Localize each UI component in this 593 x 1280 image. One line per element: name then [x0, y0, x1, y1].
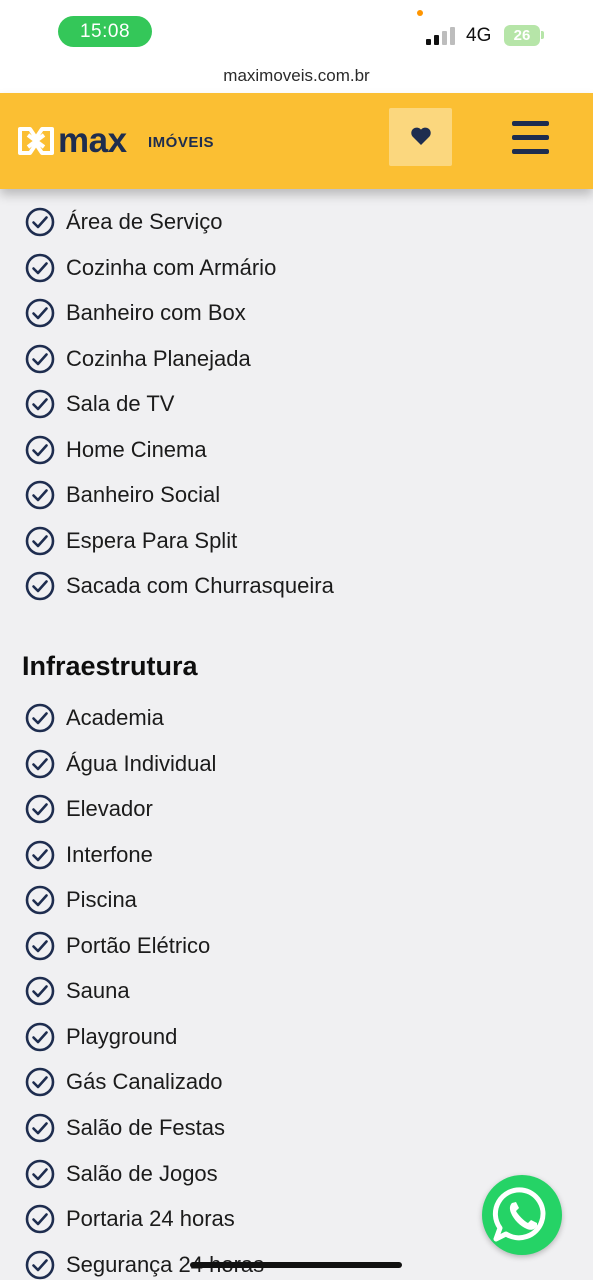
check-circle-icon — [25, 1250, 55, 1280]
infrastructure-label: Salão de Jogos — [66, 1161, 218, 1186]
whatsapp-button[interactable] — [482, 1175, 562, 1255]
check-circle-icon — [25, 931, 55, 961]
check-circle-icon — [25, 571, 55, 601]
site-header: max IMÓVEIS — [0, 93, 593, 189]
check-circle-icon — [25, 1067, 55, 1097]
check-circle-icon — [25, 344, 55, 374]
logo-text-max: max — [58, 121, 127, 160]
url-text[interactable]: maximoveis.com.br — [0, 66, 593, 86]
check-circle-icon — [25, 703, 55, 733]
check-circle-icon — [25, 1022, 55, 1052]
check-circle-icon — [25, 749, 55, 779]
check-circle-icon — [25, 389, 55, 419]
browser-address-bar[interactable]: maximoveis.com.br — [0, 60, 593, 93]
infrastructure-label: Academia — [66, 705, 164, 730]
infrastructure-label: Interfone — [66, 842, 153, 867]
privacy-indicator-dot — [417, 10, 423, 16]
check-circle-icon — [25, 840, 55, 870]
check-circle-icon — [25, 1204, 55, 1234]
favorites-button[interactable] — [389, 108, 452, 166]
check-circle-icon — [25, 1159, 55, 1189]
infrastructure-label: Gás Canalizado — [66, 1069, 223, 1094]
feature-label: Sala de TV — [66, 391, 175, 416]
infrastructure-label: Água Individual — [66, 751, 217, 776]
battery-tip — [541, 31, 544, 39]
check-circle-icon — [25, 298, 55, 328]
menu-button[interactable] — [512, 121, 552, 155]
logo-text-imoveis: IMÓVEIS — [148, 134, 215, 151]
check-circle-icon — [25, 253, 55, 283]
check-circle-icon — [25, 207, 55, 237]
infrastructure-label: Elevador — [66, 796, 153, 821]
infrastructure-label: Portão Elétrico — [66, 933, 211, 958]
check-circle-icon — [25, 976, 55, 1006]
check-circle-icon — [25, 794, 55, 824]
feature-label: Área de Serviço — [66, 209, 223, 234]
infrastructure-label: Playground — [66, 1024, 178, 1049]
hamburger-line — [512, 149, 549, 154]
feature-label: Banheiro com Box — [66, 300, 246, 325]
infrastructure-label: Salão de Festas — [66, 1115, 225, 1140]
home-indicator — [190, 1262, 402, 1268]
logo-mark-icon — [18, 127, 54, 155]
feature-label: Banheiro Social — [66, 482, 221, 507]
feature-label: Home Cinema — [66, 437, 207, 462]
cellular-signal-icon — [426, 27, 458, 45]
feature-label: Cozinha com Armário — [66, 255, 277, 280]
check-circle-icon — [25, 526, 55, 556]
hamburger-menu-icon — [512, 121, 549, 126]
battery-icon: 26 — [504, 25, 540, 46]
feature-label: Cozinha Planejada — [66, 346, 251, 371]
property-details: Área de Serviço Cozinha com Armário Banh… — [0, 189, 593, 1280]
battery-level: 26 — [513, 27, 531, 44]
check-circle-icon — [25, 885, 55, 915]
network-type: 4G — [466, 25, 492, 46]
hamburger-line — [512, 135, 549, 140]
status-time: 15:08 — [58, 16, 152, 47]
status-bar: 15:08 4G 26 — [0, 0, 593, 60]
feature-label: Espera Para Split — [66, 528, 238, 553]
section-title-infraestrutura: Infraestrutura — [22, 651, 198, 681]
whatsapp-icon — [492, 1187, 546, 1242]
check-circle-icon — [25, 1113, 55, 1143]
infrastructure-label: Sauna — [66, 978, 130, 1003]
infrastructure-label: Piscina — [66, 887, 137, 912]
heart-icon — [411, 127, 431, 145]
infrastructure-label: Portaria 24 horas — [66, 1206, 235, 1231]
check-circle-icon — [25, 435, 55, 465]
check-circle-icon — [25, 480, 55, 510]
feature-label: Sacada com Churrasqueira — [66, 573, 334, 598]
